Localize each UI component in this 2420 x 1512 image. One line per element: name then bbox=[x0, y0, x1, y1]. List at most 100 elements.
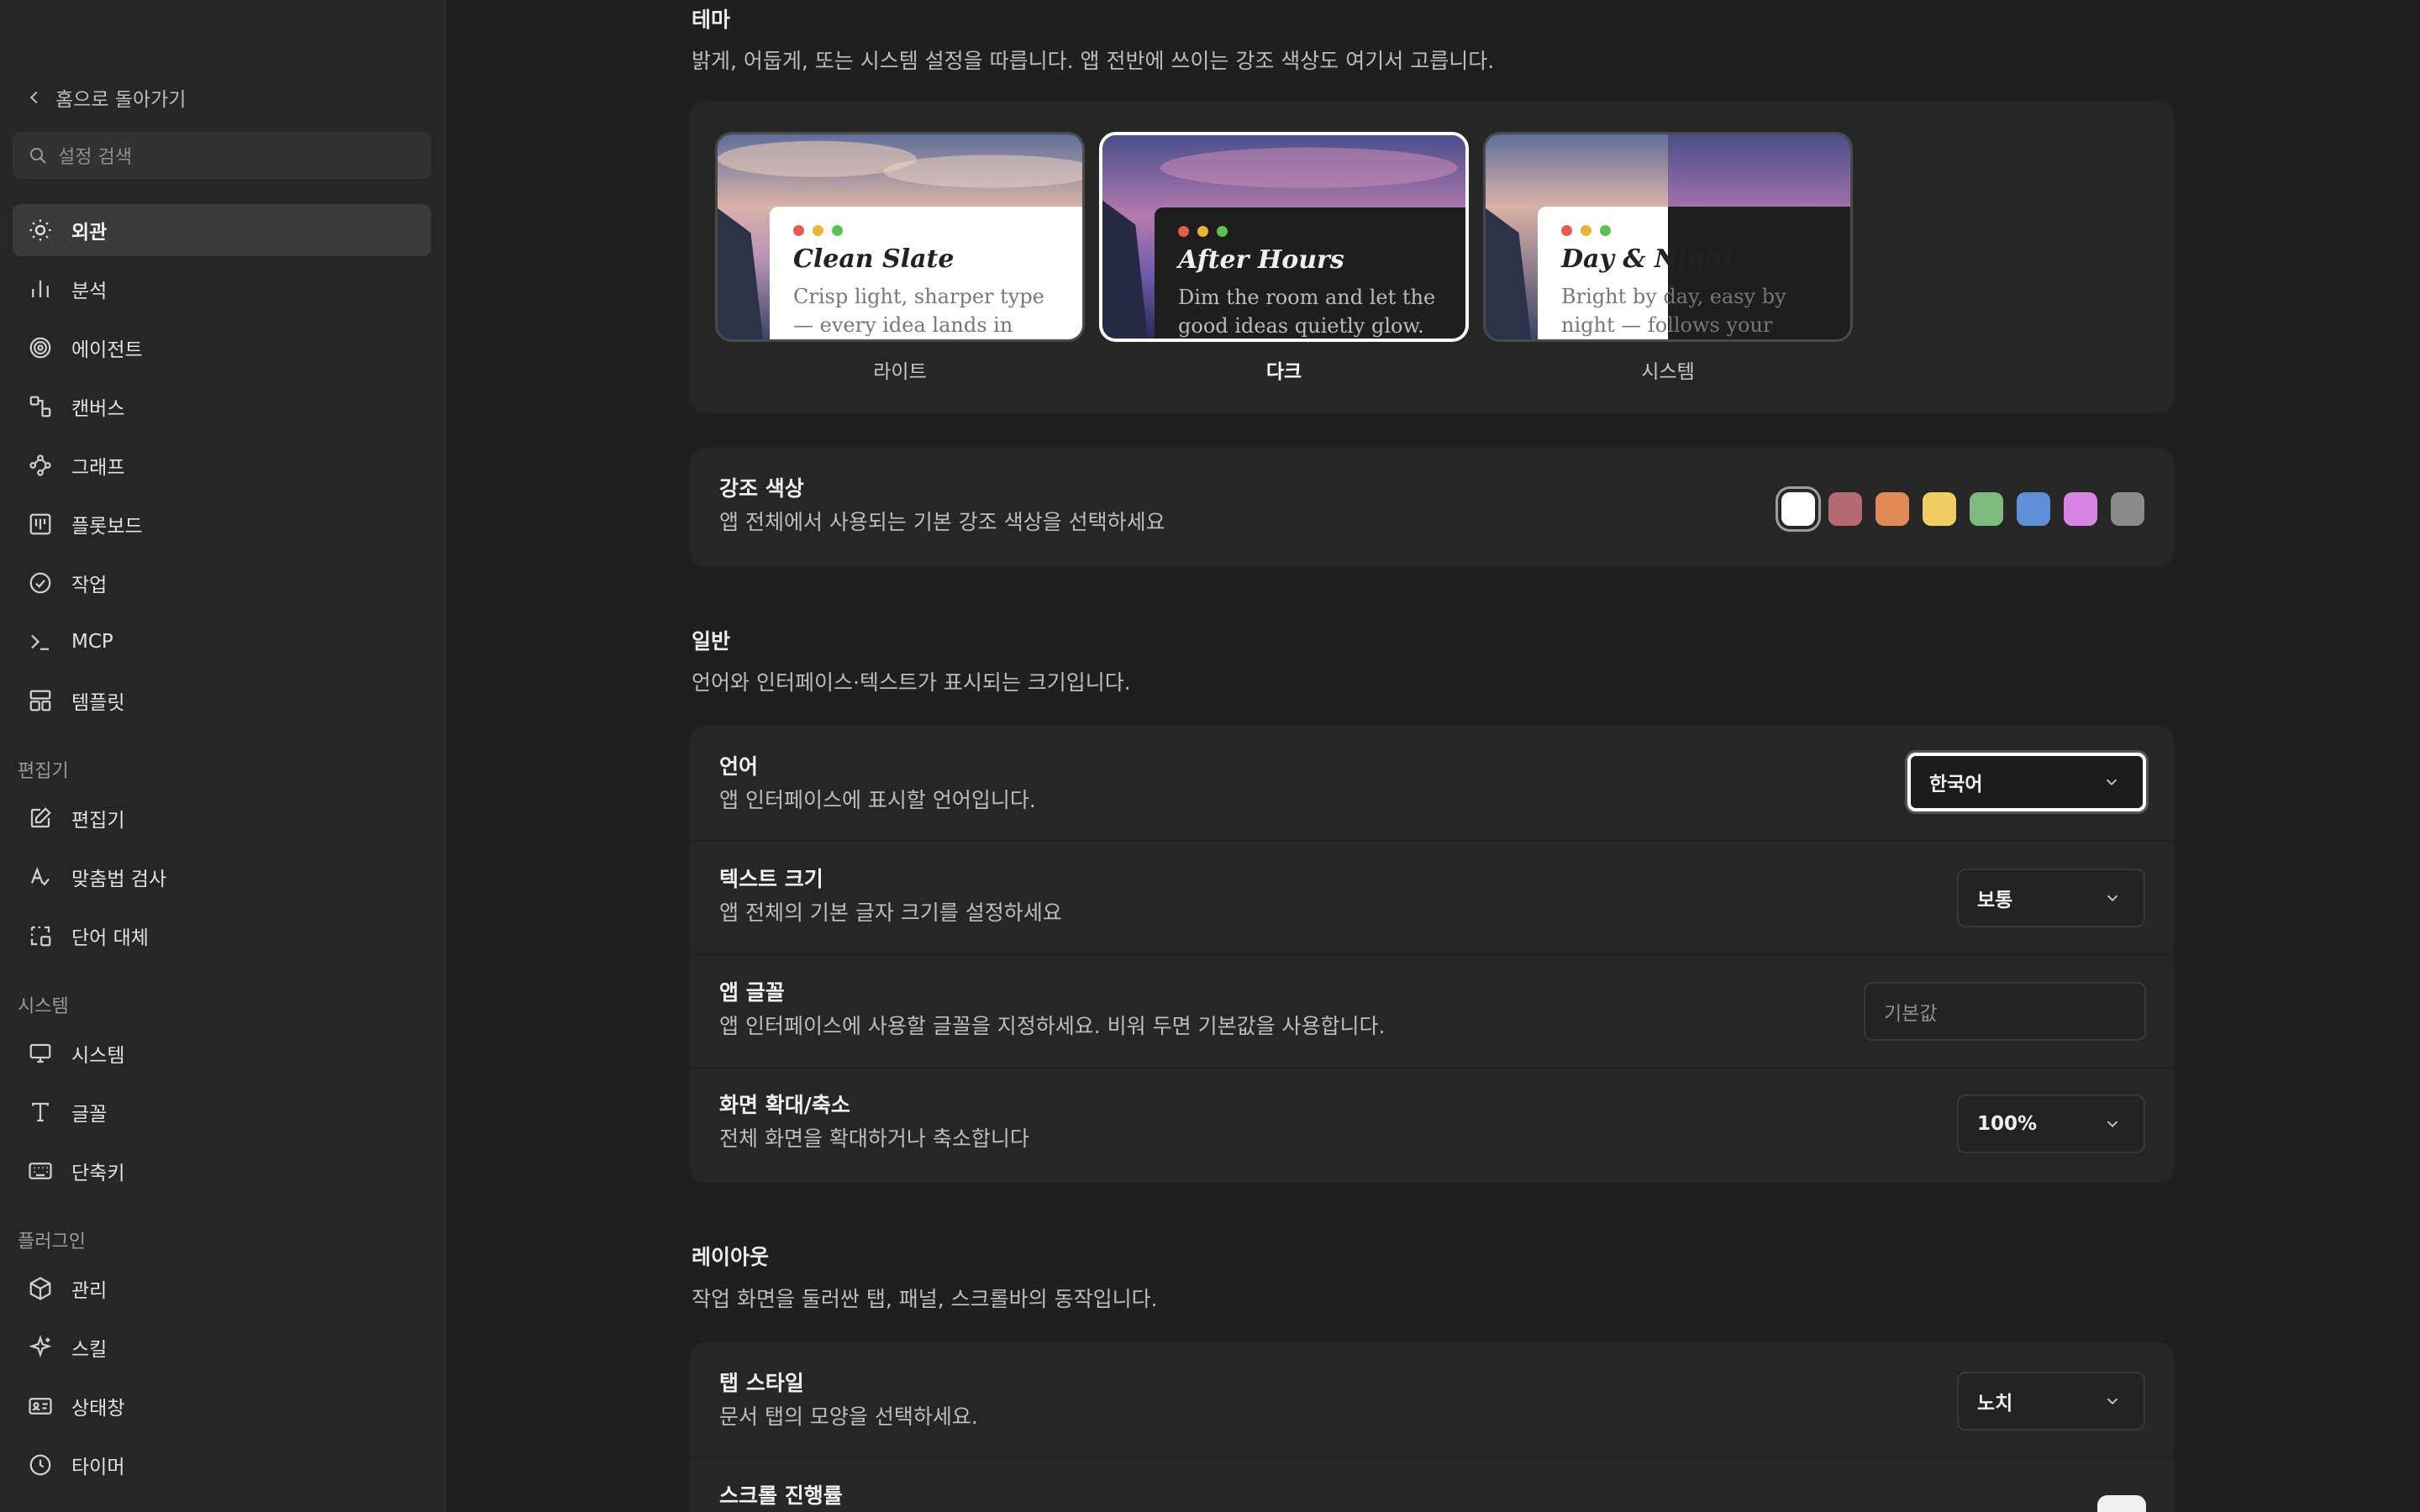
sidebar-item-skills[interactable]: 스킬 bbox=[13, 1321, 431, 1373]
language-title: 언어 bbox=[719, 754, 759, 779]
theme-card-system[interactable]: Day & Night Bright by day, easy by night… bbox=[1483, 132, 1853, 342]
sidebar-item-templates[interactable]: 템플릿 bbox=[13, 675, 431, 727]
sidebar-item-statusbar[interactable]: 상태창 bbox=[13, 1380, 431, 1432]
theme-preview-light: Clean Slate Crisp light, sharper type — … bbox=[770, 207, 1082, 339]
sidebar-item-mcp[interactable]: MCP bbox=[13, 616, 431, 668]
theme-card-dark[interactable]: After Hours Dim the room and let the goo… bbox=[1099, 132, 1469, 342]
accent-swatch-orange[interactable] bbox=[1876, 492, 1909, 526]
sidebar-item-label: 글꼴 bbox=[71, 1104, 108, 1126]
sidebar-item-label: 외관 bbox=[71, 222, 108, 244]
sidebar-item-analytics[interactable]: 분석 bbox=[13, 263, 431, 315]
window-dots bbox=[793, 225, 1062, 236]
app-font-title: 앱 글꼴 bbox=[719, 980, 785, 1005]
settings-search-input[interactable]: 설정 검색 bbox=[13, 132, 431, 179]
tab-style-select[interactable]: 노치 bbox=[1957, 1372, 2145, 1431]
terminal-icon bbox=[31, 634, 49, 650]
general-section-title: 일반 bbox=[692, 629, 731, 654]
text-size-description: 앱 전체의 기본 글자 크기를 설정하세요 bbox=[719, 900, 1062, 925]
theme-option-dark[interactable]: After Hours Dim the room and let the goo… bbox=[1099, 132, 1469, 384]
scroll-progress-toggle[interactable] bbox=[2097, 1495, 2146, 1512]
sidebar-item-shortcuts[interactable]: 단축키 bbox=[13, 1145, 431, 1197]
row-divider bbox=[690, 953, 2174, 955]
sidebar-item-label: 상태창 bbox=[71, 1398, 125, 1420]
accent-color-title: 강조 색상 bbox=[719, 476, 804, 501]
sidebar-item-label: 단어 대체 bbox=[71, 927, 149, 949]
settings-sidebar: 홈으로 돌아가기 설정 검색 외관 분석 에이전트 캔버스 그래프 플롯보드 작… bbox=[0, 0, 446, 1512]
theme-option-light[interactable]: Clean Slate Crisp light, sharper type — … bbox=[715, 132, 1085, 384]
sidebar-item-plotboard[interactable]: 플롯보드 bbox=[13, 498, 431, 550]
layout-section-description: 작업 화면을 둘러싼 탭, 패널, 스크롤바의 동작입니다. bbox=[692, 1287, 1158, 1311]
monitor-icon bbox=[29, 1043, 51, 1063]
sidebar-item-tasks[interactable]: 작업 bbox=[13, 557, 431, 609]
app-font-description: 앱 인터페이스에 사용할 글꼴을 지정하세요. 비워 두면 기본값을 사용합니다… bbox=[719, 1014, 1386, 1038]
sidebar-item-appearance[interactable]: 외관 bbox=[13, 204, 431, 256]
sparkle-icon bbox=[29, 1335, 52, 1358]
sidebar-item-label: 템플릿 bbox=[71, 692, 125, 714]
row-divider bbox=[690, 1067, 2174, 1068]
theme-label-light: 라이트 bbox=[873, 361, 927, 383]
sidebar-item-label: 맞춤법 검사 bbox=[71, 869, 167, 890]
sidebar-item-label: 그래프 bbox=[71, 457, 125, 479]
sidebar-item-manage[interactable]: 관리 bbox=[13, 1263, 431, 1315]
sidebar-item-spellcheck[interactable]: 맞춤법 검사 bbox=[13, 851, 431, 903]
accent-swatch-yellow[interactable] bbox=[1923, 492, 1956, 526]
accent-swatch-purple[interactable] bbox=[2064, 492, 2097, 526]
sidebar-item-label: 분석 bbox=[71, 281, 108, 302]
accent-swatch-white[interactable] bbox=[1781, 492, 1815, 526]
theme-card-light[interactable]: Clean Slate Crisp light, sharper type — … bbox=[715, 132, 1085, 342]
theme-option-system[interactable]: Day & Night Bright by day, easy by night… bbox=[1483, 132, 1853, 384]
accent-swatch-rose[interactable] bbox=[1828, 492, 1862, 526]
theme-section-description: 밝게, 어둡게, 또는 시스템 설정을 따릅니다. 앱 전반에 쓰이는 강조 색… bbox=[692, 49, 1495, 73]
sidebar-item-graph[interactable]: 그래프 bbox=[13, 439, 431, 491]
zoom-title: 화면 확대/축소 bbox=[719, 1093, 850, 1117]
theme-card-title: Clean Slate bbox=[793, 244, 955, 274]
zoom-select-value: 100% bbox=[1977, 1113, 2038, 1135]
back-home-label: 홈으로 돌아가기 bbox=[55, 89, 187, 111]
tab-style-title: 탭 스타일 bbox=[719, 1371, 804, 1395]
theme-card-text: Bright by day, easy by night — follows y… bbox=[1561, 285, 1786, 337]
language-select[interactable]: 한국어 bbox=[1907, 753, 2146, 811]
window-dots bbox=[1561, 225, 1830, 236]
sidebar-item-agent[interactable]: 에이전트 bbox=[13, 322, 431, 374]
zoom-select[interactable]: 100% bbox=[1957, 1095, 2145, 1153]
scroll-progress-title: 스크롤 진행률 bbox=[719, 1483, 843, 1508]
language-description: 앱 인터페이스에 표시할 언어입니다. bbox=[719, 788, 1036, 812]
replace-icon bbox=[30, 926, 51, 947]
template-icon bbox=[29, 690, 51, 711]
sidebar-item-label: 작업 bbox=[71, 575, 108, 596]
bar-chart-icon bbox=[32, 281, 49, 297]
id-card-icon bbox=[29, 1398, 52, 1415]
sidebar-item-timer[interactable]: 타이머 bbox=[13, 1439, 431, 1491]
canvas-icon bbox=[29, 396, 51, 417]
sidebar-item-fonts[interactable]: 글꼴 bbox=[13, 1086, 431, 1138]
zoom-description: 전체 화면을 확대하거나 축소합니다 bbox=[719, 1126, 1029, 1151]
theme-label-dark: 다크 bbox=[1265, 361, 1302, 383]
accent-swatch-blue[interactable] bbox=[2017, 492, 2050, 526]
section-editor-heading: 편집기 bbox=[18, 761, 69, 782]
sidebar-item-label: 에이전트 bbox=[71, 339, 143, 361]
font-icon bbox=[32, 1102, 49, 1122]
text-size-title: 텍스트 크기 bbox=[719, 867, 823, 891]
theme-card-text: Dim the room and let the good ideas quie… bbox=[1178, 286, 1436, 338]
sun-icon bbox=[29, 219, 51, 241]
app-font-input[interactable]: 기본값 bbox=[1864, 982, 2146, 1041]
back-home-link[interactable]: 홈으로 돌아가기 bbox=[25, 81, 186, 114]
sidebar-item-canvas[interactable]: 캔버스 bbox=[13, 381, 431, 433]
tab-style-description: 문서 탭의 모양을 선택하세요. bbox=[719, 1404, 978, 1429]
search-placeholder: 설정 검색 bbox=[58, 147, 132, 168]
accent-color-description: 앱 전체에서 사용되는 기본 강조 색상을 선택하세요 bbox=[719, 510, 1165, 534]
graph-icon bbox=[29, 454, 51, 476]
layout-section-title: 레이아웃 bbox=[692, 1245, 770, 1269]
app-font-placeholder: 기본값 bbox=[1884, 1003, 1938, 1025]
sidebar-item-label: MCP bbox=[71, 631, 113, 653]
accent-swatch-gray[interactable] bbox=[2111, 492, 2144, 526]
sidebar-item-word-replace[interactable]: 단어 대체 bbox=[13, 910, 431, 962]
theme-preview-dark: After Hours Dim the room and let the goo… bbox=[1155, 207, 1465, 339]
settings-main: 테마 밝게, 어둡게, 또는 시스템 설정을 따릅니다. 앱 전반에 쓰이는 강… bbox=[448, 0, 2420, 1512]
sidebar-item-system[interactable]: 시스템 bbox=[13, 1027, 431, 1079]
text-size-select[interactable]: 보통 bbox=[1957, 869, 2145, 927]
accent-swatch-green[interactable] bbox=[1970, 492, 2003, 526]
sidebar-item-editor[interactable]: 편집기 bbox=[13, 792, 431, 844]
text-size-select-value: 보통 bbox=[1977, 890, 2013, 911]
theme-label-system: 시스템 bbox=[1641, 361, 1695, 383]
